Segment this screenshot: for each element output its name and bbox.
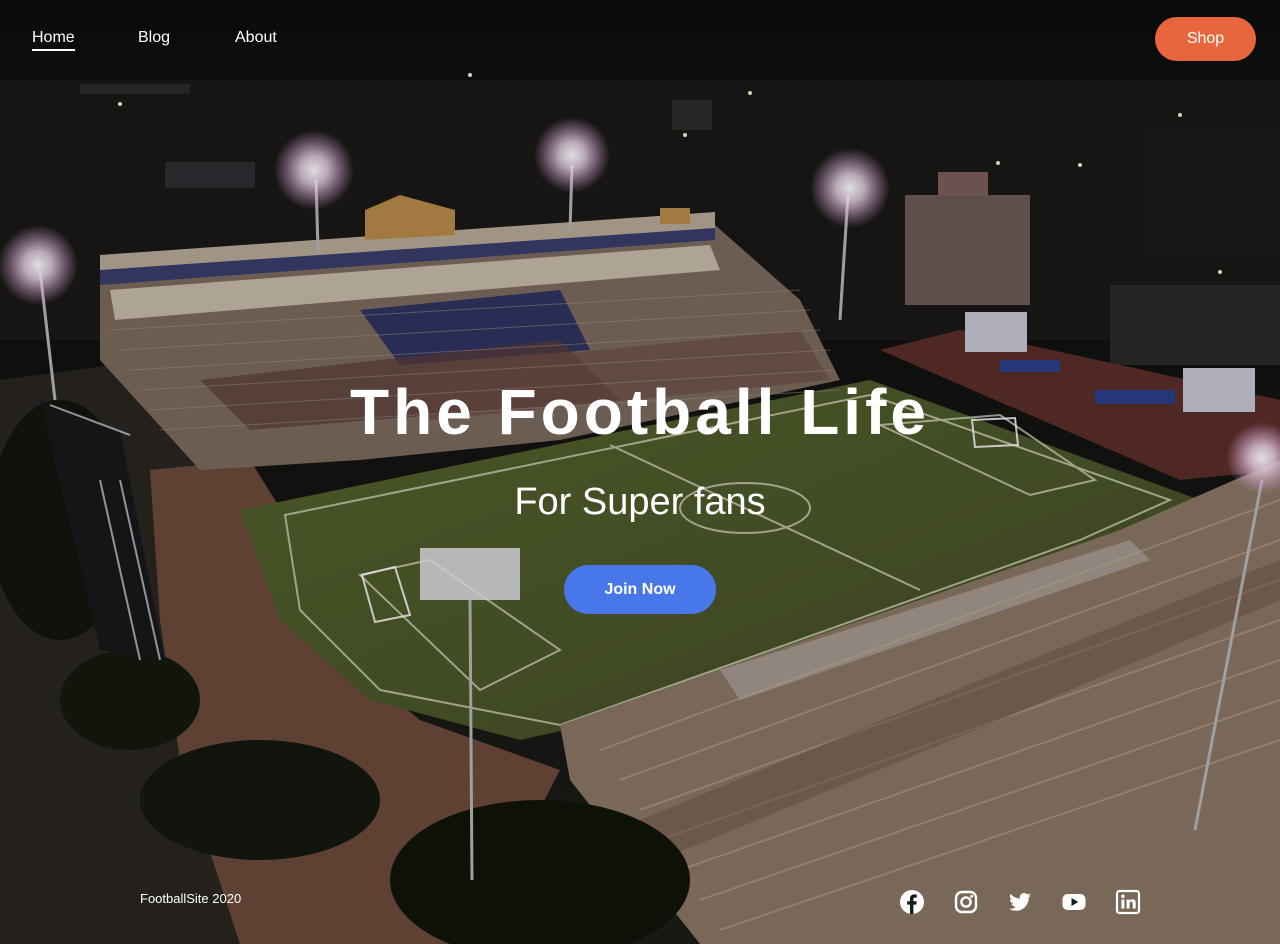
hero-subtitle: For Super fans [514, 481, 766, 523]
nav-link-blog[interactable]: Blog [138, 29, 170, 47]
hero-title: The Football Life [350, 376, 930, 448]
instagram-icon[interactable] [953, 889, 979, 915]
youtube-icon[interactable] [1061, 889, 1087, 915]
top-nav: Home Blog About Shop [0, 0, 1280, 78]
nav-active-underline [32, 49, 75, 51]
background-dim-overlay [0, 0, 1280, 944]
page: Home Blog About Shop The Football Life F… [0, 0, 1280, 944]
linkedin-icon[interactable] [1115, 889, 1141, 915]
join-now-button[interactable]: Join Now [564, 565, 716, 614]
nav-link-home[interactable]: Home [32, 29, 75, 47]
nav-link-about[interactable]: About [235, 29, 277, 47]
shop-button[interactable]: Shop [1155, 17, 1256, 61]
facebook-icon[interactable] [899, 889, 925, 915]
twitter-icon[interactable] [1007, 889, 1033, 915]
footer-copyright: FootballSite 2020 [140, 891, 242, 906]
